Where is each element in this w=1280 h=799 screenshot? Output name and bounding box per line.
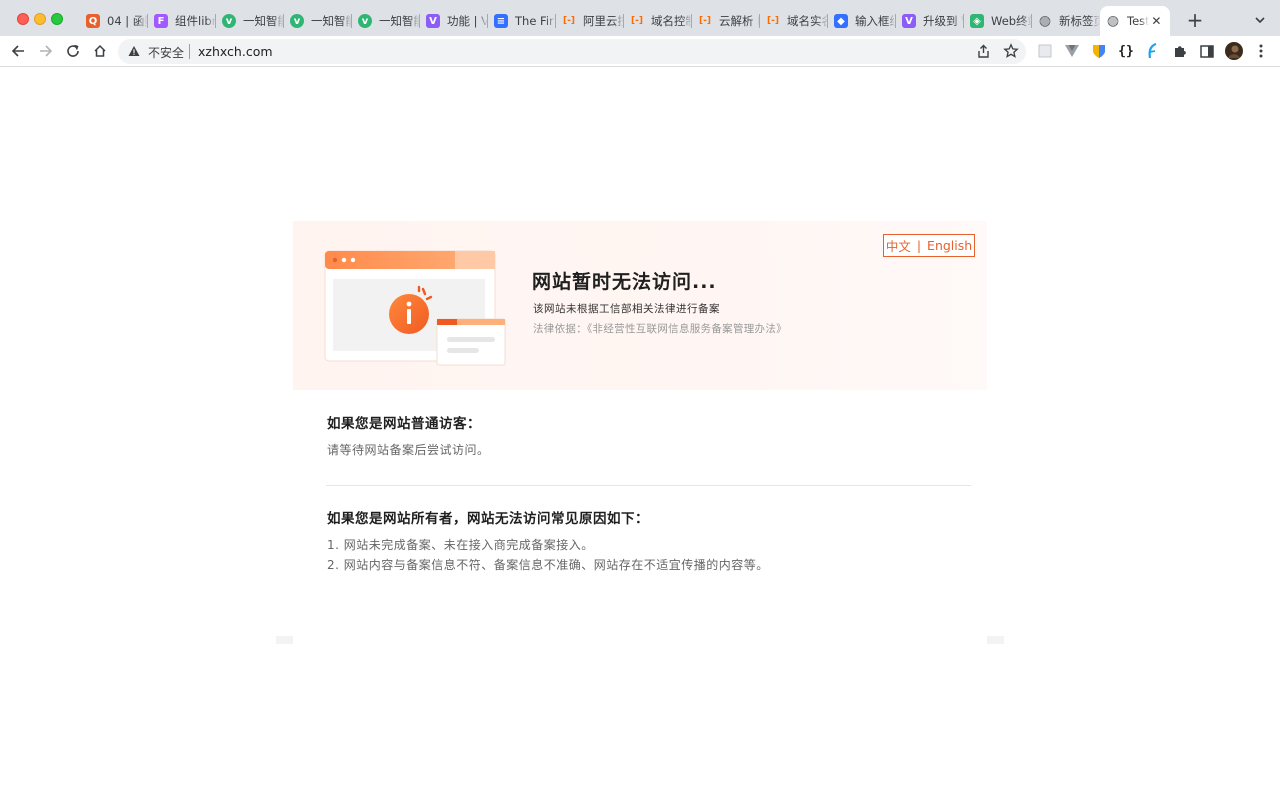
reload-button[interactable]	[63, 41, 83, 61]
address-bar[interactable]: 不安全 xzhxch.com	[118, 39, 1026, 64]
visitor-section-text: 请等待网站备案后尝试访问。	[327, 443, 490, 457]
section-divider	[326, 485, 971, 486]
tab-label: 域名实名认证	[787, 14, 828, 28]
browser-tab[interactable]: V 功能 | Vite	[420, 8, 488, 34]
extension-qr-icon[interactable]	[1036, 42, 1054, 60]
vite-icon: V	[902, 14, 916, 28]
tab-label: The Fir	[515, 14, 554, 28]
aliyun-icon: [-]	[631, 16, 643, 26]
reload-icon	[67, 44, 79, 57]
tab-label: 功能 | Vite	[447, 14, 488, 28]
globe-icon: ◍	[1038, 13, 1052, 29]
tab-label: 升级到 Vite	[923, 14, 964, 28]
new-tab-button[interactable]: +	[1185, 10, 1205, 30]
browser-tab[interactable]: ◍ 新标签页	[1032, 8, 1100, 34]
lang-separator: |	[916, 238, 922, 253]
figma-icon: F	[154, 14, 168, 28]
legal-basis-text: 法律依据：《非经营性互联网信息服务备案管理办法》	[533, 323, 787, 335]
tab-label: 一知智能	[243, 14, 284, 28]
arrow-left-icon	[11, 45, 24, 57]
lang-en-link[interactable]: English	[927, 238, 972, 253]
tab-label: 输入框组件	[855, 14, 896, 28]
lang-zh-link[interactable]: 中文	[886, 236, 911, 255]
tab-strip: Q 04 | 函数 F 组件library v 一知智能 v 一知智能 v 一知智能 V 功能 | V…	[0, 0, 1280, 36]
address-separator	[189, 44, 190, 59]
language-switch[interactable]: 中文 | English	[883, 234, 975, 257]
globe-icon: ◍	[1106, 13, 1120, 29]
extensions-puzzle-icon[interactable]	[1171, 42, 1189, 60]
tab-label: Test	[1127, 14, 1149, 28]
browser-tab[interactable]: V 升级到 Vite	[896, 8, 964, 34]
page-subtitle: 该网站未根据工信部相关法律进行备案	[533, 303, 720, 315]
decorative-block-left	[276, 636, 293, 644]
owner-reason-item: 2. 网站内容与备案信息不符、备案信息不准确、网站存在不适宜传播的内容等。	[327, 558, 769, 572]
back-button[interactable]	[8, 41, 28, 61]
bookmark-star-icon[interactable]	[1003, 43, 1019, 59]
aliyun-icon: [-]	[563, 16, 575, 26]
aliyun-icon: [-]	[767, 16, 779, 26]
extension-json-icon[interactable]: {}	[1117, 42, 1135, 60]
tab-label: 组件library	[175, 14, 216, 28]
unavailable-illustration	[324, 250, 506, 366]
tab-label: Web终端	[991, 14, 1032, 28]
browser-tab[interactable]: [-] 云解析 DNS	[692, 8, 760, 34]
browser-tab[interactable]: v 一知智能	[284, 8, 352, 34]
page-headline: 网站暂时无法访问...	[532, 271, 717, 293]
browser-tab[interactable]: ◈ Web终端	[964, 8, 1032, 34]
close-window-button[interactable]	[17, 13, 29, 25]
browser-tab[interactable]: [-] 阿里云控制台	[556, 8, 624, 34]
tab-label: 云解析 DNS	[719, 14, 760, 28]
forward-button[interactable]	[36, 41, 56, 61]
browser-toolbar: 不安全 xzhxch.com {}	[0, 36, 1280, 67]
tab-label: 04 | 函数	[107, 14, 148, 28]
browser-tab[interactable]: Q 04 | 函数	[80, 8, 148, 34]
browser-menu-icon[interactable]	[1252, 42, 1270, 60]
diamond-icon: ◆	[834, 14, 848, 28]
security-status-label[interactable]: 不安全	[148, 44, 184, 61]
home-icon	[94, 44, 106, 57]
yizhi-icon: v	[290, 14, 304, 28]
url-text[interactable]: xzhxch.com	[198, 44, 273, 59]
owner-section-title: 如果您是网站所有者，网站无法访问常见原因如下：	[327, 511, 649, 527]
decorative-block-right	[987, 636, 1004, 644]
notice-banner: 中文 | English 网站暂时无法访问... 该网站未根据工信部相关法律进行…	[293, 221, 987, 390]
tab-label: 一知智能	[379, 14, 420, 28]
tab-active[interactable]: ◍ Test ✕	[1100, 6, 1170, 36]
browser-tab[interactable]: v 一知智能	[352, 8, 420, 34]
doc-icon: ≡	[494, 14, 508, 28]
profile-avatar[interactable]	[1225, 42, 1243, 60]
tab-label: 域名控制台	[651, 14, 692, 28]
tab-label: 新标签页	[1059, 14, 1100, 28]
yizhi-icon: v	[358, 14, 372, 28]
tab-search-chevron-icon[interactable]	[1252, 12, 1268, 28]
browser-tab[interactable]: ◆ 输入框组件	[828, 8, 896, 34]
extension-vue-icon[interactable]	[1063, 42, 1081, 60]
browser-tab[interactable]: [-] 域名控制台	[624, 8, 692, 34]
warning-triangle-icon[interactable]	[128, 45, 140, 57]
cube-icon: ◈	[970, 14, 984, 28]
browser-tab[interactable]: F 组件library	[148, 8, 216, 34]
close-tab-icon[interactable]: ✕	[1149, 13, 1164, 29]
browser-tab[interactable]: ≡ The Fir	[488, 8, 556, 34]
tab-label: 一知智能	[311, 14, 352, 28]
share-icon[interactable]	[976, 44, 991, 59]
browser-tab[interactable]: [-] 域名实名认证	[760, 8, 828, 34]
aliyun-icon: [-]	[699, 16, 711, 26]
extension-feather-icon[interactable]	[1144, 42, 1162, 60]
browser-tab[interactable]: v 一知智能	[216, 8, 284, 34]
arrow-right-icon	[40, 45, 53, 57]
owner-reason-item: 1. 网站未完成备案、未在接入商完成备案接入。	[327, 538, 594, 552]
side-panel-icon[interactable]	[1198, 42, 1216, 60]
visitor-section-title: 如果您是网站普通访客：	[327, 416, 481, 432]
zoom-window-button[interactable]	[51, 13, 63, 25]
extension-shield-icon[interactable]	[1090, 42, 1108, 60]
tab-label: 阿里云控制台	[583, 14, 624, 28]
yizhi-icon: v	[222, 14, 236, 28]
minimize-window-button[interactable]	[34, 13, 46, 25]
vite-icon: V	[426, 14, 440, 28]
home-button[interactable]	[90, 41, 110, 61]
quill-icon: Q	[86, 14, 100, 28]
